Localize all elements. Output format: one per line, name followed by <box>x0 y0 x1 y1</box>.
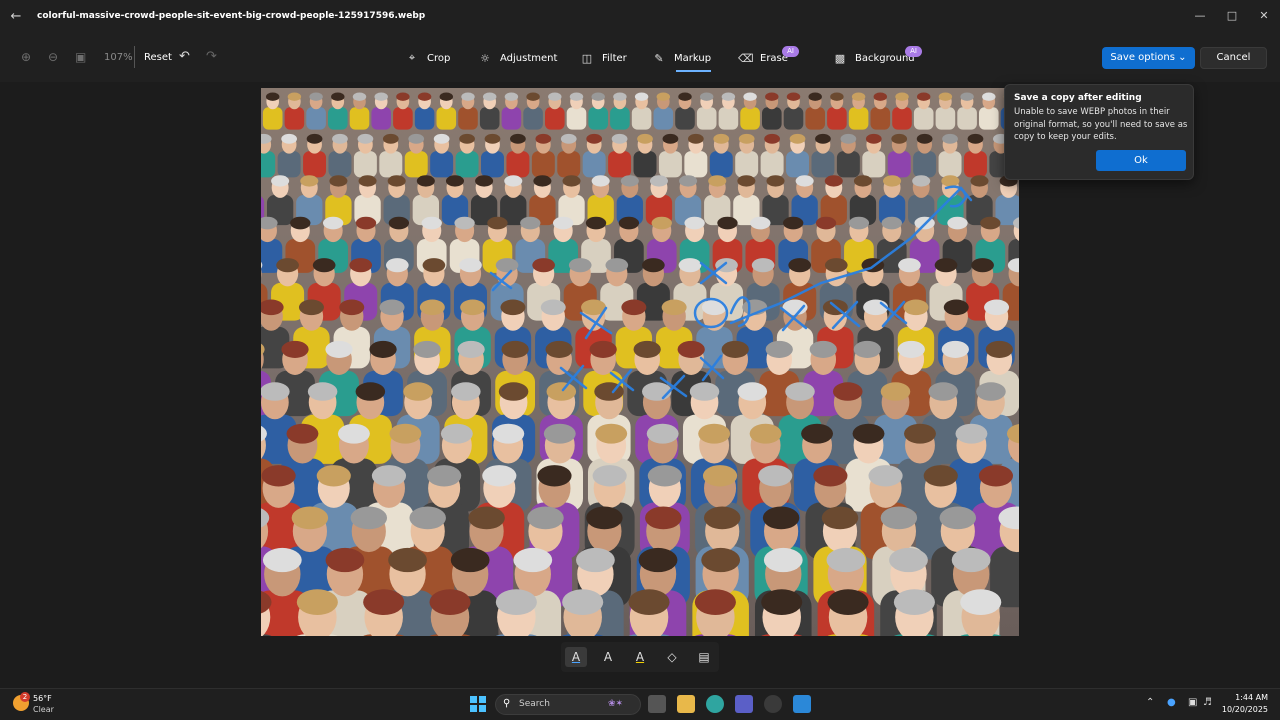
tab-crop[interactable]: ⌖ Crop <box>405 48 450 68</box>
tab-background[interactable]: ▩ Background <box>833 48 915 68</box>
tab-filter[interactable]: ◫ Filter <box>580 48 627 68</box>
tab-erase[interactable]: ⌫ Erase <box>738 48 788 68</box>
file-explorer-icon[interactable] <box>677 695 695 713</box>
search-placeholder: Search <box>519 699 550 709</box>
crop-icon: ⌖ <box>408 51 416 64</box>
search-icon: ⚲ <box>503 698 511 709</box>
back-arrow-icon[interactable]: ← <box>8 9 24 25</box>
clear-icon[interactable]: ▤ <box>693 647 715 667</box>
network-icon[interactable]: ▣ <box>1188 697 1197 708</box>
edge-icon[interactable] <box>706 695 724 713</box>
pen-icon[interactable]: A <box>597 647 619 667</box>
ai-badge: AI <box>905 46 922 57</box>
cancel-button[interactable]: Cancel <box>1200 47 1267 69</box>
microphone-icon[interactable]: ● <box>1167 697 1176 708</box>
fit-to-window-icon[interactable]: ▣ <box>75 50 86 64</box>
windows-start-icon[interactable] <box>470 696 486 712</box>
zoom-in-icon[interactable]: ⊕ <box>21 50 31 64</box>
popup-message: Unable to save WEBP photos in their orig… <box>1014 107 1188 142</box>
ballpoint-pen-icon[interactable]: A <box>565 647 587 667</box>
tab-filter-label: Filter <box>602 52 627 64</box>
file-name: colorful-massive-crowd-people-sit-event-… <box>37 11 426 21</box>
task-view-icon[interactable] <box>648 695 666 713</box>
search-highlight-icon: ❀✶ <box>608 699 624 709</box>
tab-markup[interactable]: ✎ Markup <box>652 48 712 72</box>
eraser-icon[interactable]: ◇ <box>661 647 683 667</box>
tab-adjustment-label: Adjustment <box>500 52 558 64</box>
save-options-button[interactable]: Save options ⌄ <box>1102 47 1195 69</box>
brightness-icon: ☼ <box>480 51 490 65</box>
photo-canvas[interactable] <box>261 88 1019 636</box>
reset-button[interactable]: Reset <box>144 52 172 63</box>
redo-icon: ↷ <box>206 49 217 64</box>
clock-time[interactable]: 1:44 AM <box>1234 693 1268 702</box>
undo-icon[interactable]: ↶ <box>179 49 190 64</box>
highlighter-icon[interactable]: A <box>629 647 651 667</box>
temperature: 56°F <box>33 694 52 703</box>
save-options-label: Save options <box>1110 52 1175 63</box>
ok-button[interactable]: Ok <box>1096 150 1186 171</box>
teams-icon[interactable] <box>735 695 753 713</box>
tab-crop-label: Crop <box>427 52 451 64</box>
weather-condition: Clear <box>33 705 54 714</box>
tab-markup-label: Markup <box>674 52 712 64</box>
clock-date[interactable]: 10/20/2025 <box>1220 705 1268 714</box>
chevron-down-icon: ⌄ <box>1178 52 1187 63</box>
taskbar-search[interactable]: ⚲ Search ❀✶ <box>495 694 641 715</box>
crowd-photo <box>261 88 1019 636</box>
chevron-up-icon[interactable]: ⌃ <box>1146 697 1154 708</box>
divider <box>134 46 135 68</box>
maximize-icon[interactable]: □ <box>1224 8 1240 24</box>
close-icon[interactable]: ✕ <box>1256 8 1272 24</box>
edit-toolbar <box>0 34 1280 82</box>
notification-badge: 2 <box>20 692 30 702</box>
save-copy-popup: Save a copy after editing Unable to save… <box>1004 84 1194 180</box>
background-icon: ▩ <box>834 51 846 65</box>
zoom-level: 107% <box>104 52 133 63</box>
popup-title: Save a copy after editing <box>1014 93 1142 103</box>
zoom-out-icon[interactable]: ⊖ <box>48 50 58 64</box>
photos-icon[interactable] <box>793 695 811 713</box>
minimize-icon[interactable]: — <box>1192 8 1208 24</box>
filter-icon: ◫ <box>581 51 593 65</box>
app-icon[interactable] <box>764 695 782 713</box>
ai-badge: AI <box>782 46 799 57</box>
volume-icon[interactable]: ♬ <box>1203 697 1212 708</box>
tab-adjustment[interactable]: ☼ Adjustment <box>478 48 557 68</box>
eraser-icon: ⌫ <box>738 51 754 65</box>
pen-icon: ✎ <box>654 51 664 65</box>
